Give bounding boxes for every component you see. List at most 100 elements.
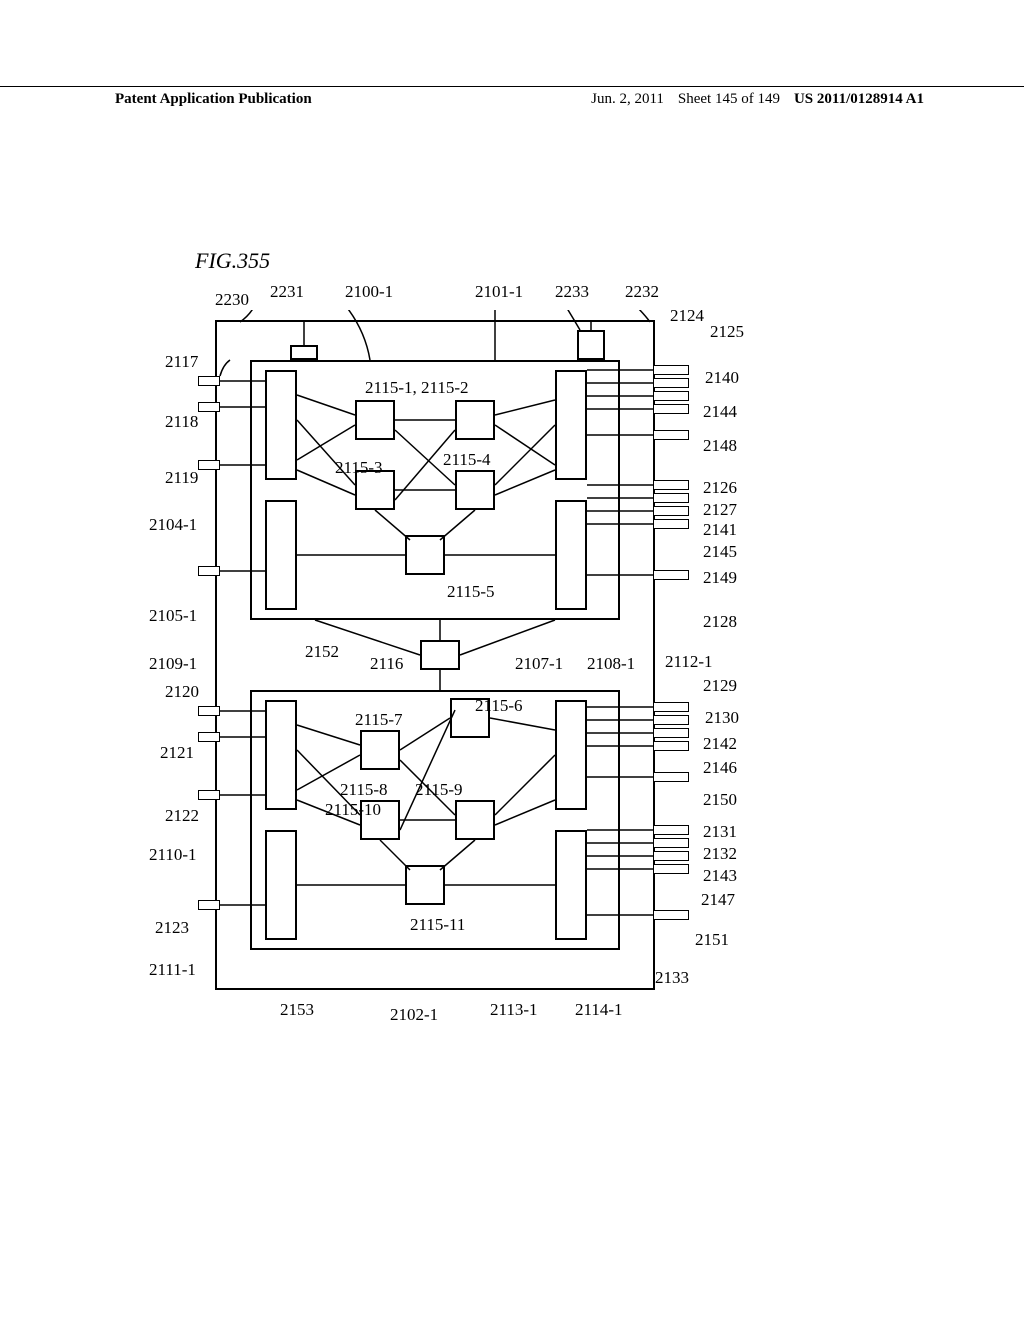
label-2122: 2122 [165,806,199,826]
label-2150: 2150 [703,790,737,810]
label-2115-3: 2115-3 [335,458,383,478]
label-2115-1-2: 2115-1, 2115-2 [365,378,469,398]
label-2115-6: 2115-6 [475,696,523,716]
label-2101-1: 2101-1 [475,282,523,302]
figure-label: FIG.355 [195,248,270,274]
block-2231 [290,345,318,360]
label-2152: 2152 [305,642,339,662]
tab-2132 [653,838,689,848]
label-2104-1: 2104-1 [149,515,197,535]
label-2133: 2133 [655,968,689,988]
label-2124: 2124 [670,306,704,326]
label-2232: 2232 [625,282,659,302]
label-2100-1: 2100-1 [345,282,393,302]
label-2233: 2233 [555,282,589,302]
label-2231: 2231 [270,282,304,302]
tab-2104-1-io [198,566,220,576]
block-2232 [577,330,605,360]
tab-2124 [653,365,689,375]
tab-2118 [198,402,220,412]
block-2104-1 [265,370,297,480]
label-2151: 2151 [695,930,729,950]
label-2120: 2120 [165,682,199,702]
label-2147: 2147 [701,890,735,910]
block-2115-5 [405,535,445,575]
tab-2125 [653,378,689,388]
tab-2148 [653,430,689,440]
tab-2123 [198,900,220,910]
header-left: Patent Application Publication [115,91,312,108]
label-2140: 2140 [705,368,739,388]
tab-2143 [653,851,689,861]
label-2153: 2153 [280,1000,314,1020]
tab-2120 [198,706,220,716]
tab-2147 [653,864,689,874]
label-2115-11: 2115-11 [410,915,465,935]
label-2128: 2128 [703,612,737,632]
tab-2130 [653,715,689,725]
label-2114-1: 2114-1 [575,1000,623,1020]
block-2115-7 [360,730,400,770]
tab-2141 [653,506,689,516]
label-2115-5: 2115-5 [447,582,495,602]
label-2123: 2123 [155,918,189,938]
label-2115-4: 2115-4 [443,450,491,470]
label-2121: 2121 [160,743,194,763]
label-2115-8: 2115-8 [340,780,388,800]
block-2115-9 [455,800,495,840]
label-2125: 2125 [710,322,744,342]
tab-2145 [653,519,689,529]
header-date: Jun. 2, 2011 [591,91,664,108]
label-2115-10: 2115-10 [325,800,381,820]
block-2108-1 [555,500,587,610]
label-2108-1: 2108-1 [587,654,635,674]
label-2109-1: 2109-1 [149,654,197,674]
label-2127: 2127 [703,500,737,520]
header-sheet: Sheet 145 of 149 [678,91,780,108]
tab-2117 [198,376,220,386]
tab-2129 [653,702,689,712]
block-2105-1 [265,500,297,610]
tab-2144 [653,404,689,414]
tab-2122 [198,790,220,800]
label-2146: 2146 [703,758,737,778]
label-2148: 2148 [703,436,737,456]
block-2110-1 [265,700,297,810]
label-2129: 2129 [703,676,737,696]
tab-2119 [198,460,220,470]
block-2114-1 [555,830,587,940]
label-2131: 2131 [703,822,737,842]
tab-2131 [653,825,689,835]
tab-2150 [653,772,689,782]
header-pubno: US 2011/0128914 A1 [794,91,924,108]
label-2111-1: 2111-1 [149,960,196,980]
tab-2142 [653,728,689,738]
label-2119: 2119 [165,468,198,488]
block-2107-1 [555,370,587,480]
label-2149: 2149 [703,568,737,588]
label-2112-1: 2112-1 [665,652,713,672]
tab-2151 [653,910,689,920]
block-2115-2 [455,400,495,440]
tab-2121 [198,732,220,742]
label-2145: 2145 [703,542,737,562]
label-2144: 2144 [703,402,737,422]
label-2107-1: 2107-1 [515,654,563,674]
label-2132: 2132 [703,844,737,864]
label-2102-1: 2102-1 [390,1005,438,1025]
tab-2149 [653,570,689,580]
label-2141: 2141 [703,520,737,540]
block-2115-11 [405,865,445,905]
label-2110-1: 2110-1 [149,845,197,865]
label-2116: 2116 [370,654,403,674]
label-2117: 2117 [165,352,198,372]
label-2143: 2143 [703,866,737,886]
label-2113-1: 2113-1 [490,1000,538,1020]
tab-2126 [653,480,689,490]
label-2130: 2130 [705,708,739,728]
tab-2146 [653,741,689,751]
label-2105-1: 2105-1 [149,606,197,626]
circuit-diagram: 2230 2231 2100-1 2101-1 2233 2232 2124 2… [195,310,725,1010]
block-2113-1 [555,700,587,810]
block-2115-1 [355,400,395,440]
